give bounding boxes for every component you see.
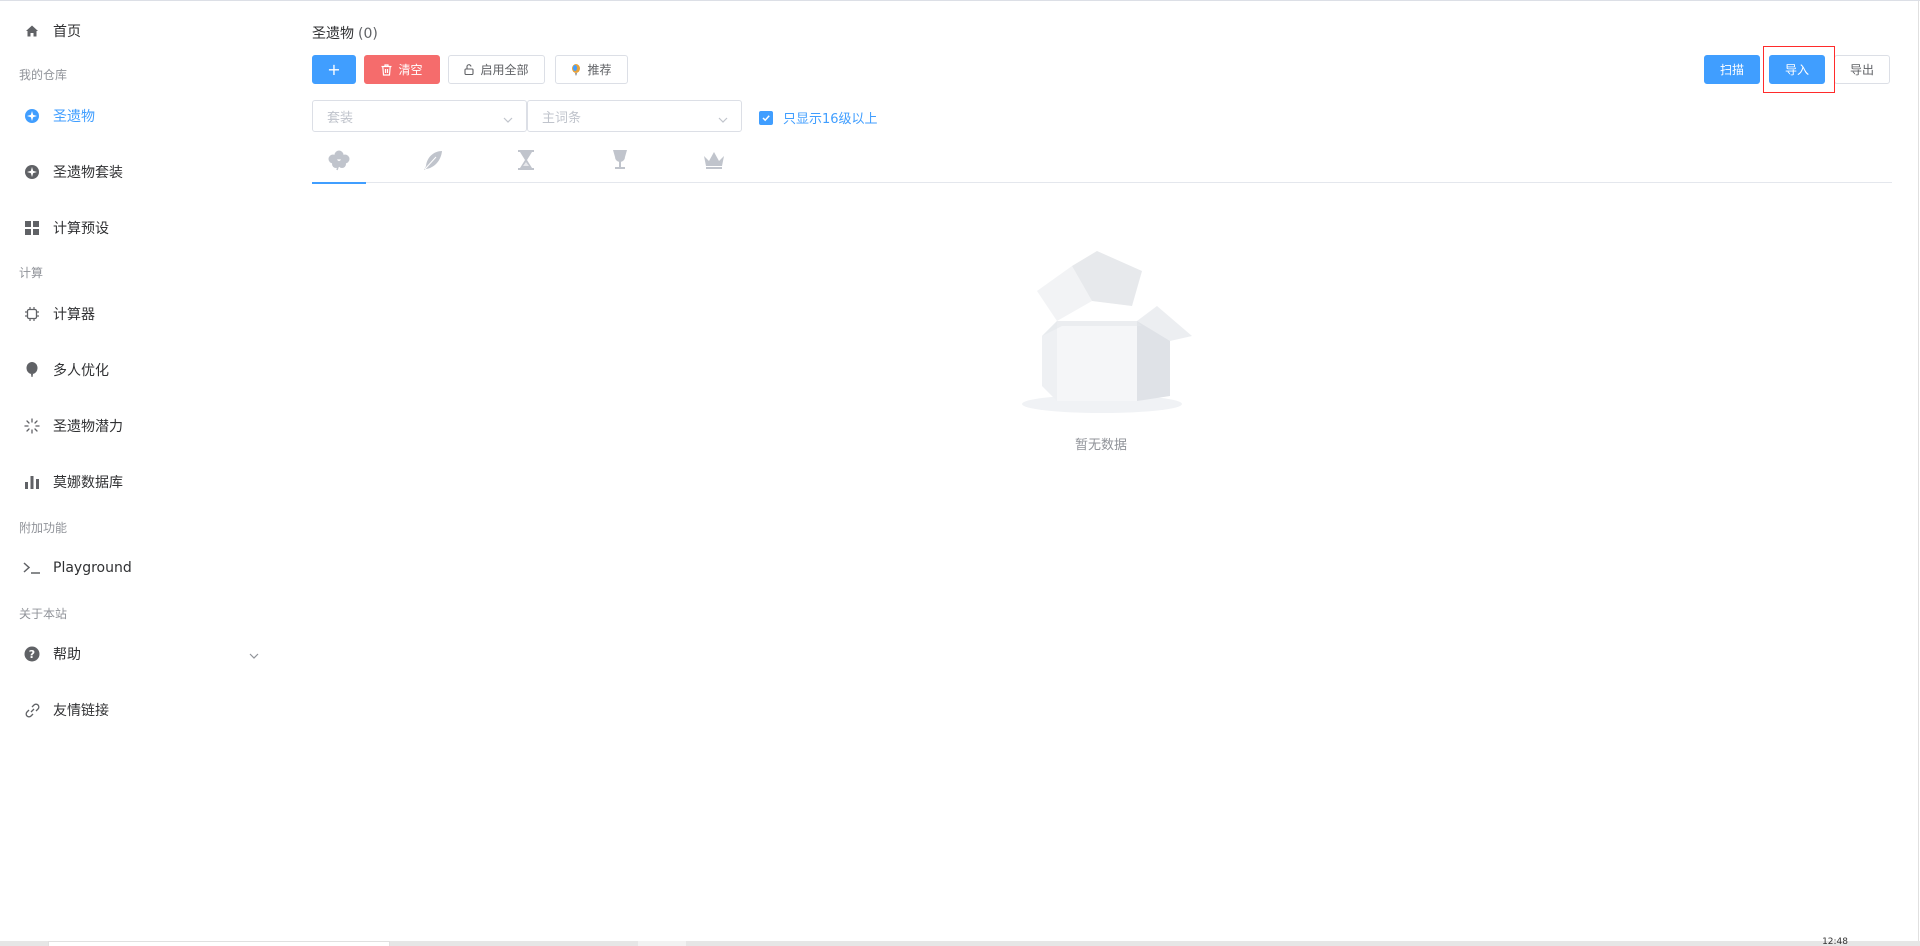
clear-button[interactable]: 清空 xyxy=(364,55,440,84)
crown-icon xyxy=(702,150,726,174)
checkmark-icon xyxy=(759,110,773,125)
terminal-icon xyxy=(23,559,41,577)
import-highlight-box xyxy=(1763,46,1835,93)
sidebar-item-multi-opt[interactable]: 多人优化 xyxy=(0,350,280,390)
sidebar-item-label: Playground xyxy=(53,560,132,576)
export-button[interactable]: 导出 xyxy=(1834,55,1890,84)
sidebar-item-label: 莫娜数据库 xyxy=(53,475,123,491)
link-icon xyxy=(23,701,41,719)
grid-icon xyxy=(23,219,41,237)
enable-all-button-label: 启用全部 xyxy=(480,63,529,77)
sidebar-item-help[interactable]: ? 帮助 xyxy=(0,634,280,674)
feather-icon xyxy=(422,149,444,175)
scrollbar-segment xyxy=(638,941,686,946)
bar-chart-icon xyxy=(23,473,41,491)
main-stat-select-placeholder: 主词条 xyxy=(542,110,582,126)
recommend-button-label: 推荐 xyxy=(587,63,612,77)
window-right-border xyxy=(1918,1,1919,946)
clear-button-label: 清空 xyxy=(398,63,423,77)
app-window: 首页 我的仓库 圣遗物 圣遗物套装 计算预设 计算 计算器 多人优化 圣遗物潜力… xyxy=(0,0,1920,946)
group-title-warehouse: 我的仓库 xyxy=(19,68,68,82)
horizontal-scrollbar[interactable] xyxy=(0,941,1920,946)
group-title-extra: 附加功能 xyxy=(19,521,68,535)
empty-text: 暂无数据 xyxy=(1074,438,1127,453)
home-icon xyxy=(23,22,41,40)
add-button[interactable]: + xyxy=(312,55,356,84)
page-title-text: 圣遗物 xyxy=(312,26,354,42)
hourglass-icon xyxy=(517,149,535,175)
sidebar-item-home[interactable]: 首页 xyxy=(0,11,280,51)
question-icon: ? xyxy=(23,645,41,663)
sidebar-item-calculator[interactable]: 计算器 xyxy=(0,294,280,334)
enable-all-button[interactable]: 启用全部 xyxy=(448,55,545,84)
empty-box-illustration xyxy=(1012,251,1192,420)
set-select[interactable]: 套装 xyxy=(312,100,527,132)
tab-flower[interactable] xyxy=(312,141,366,184)
svg-text:?: ? xyxy=(29,648,35,661)
group-title-compute: 计算 xyxy=(19,266,44,280)
sidebar-item-label: 计算预设 xyxy=(53,221,109,237)
sidebar: 首页 我的仓库 圣遗物 圣遗物套装 计算预设 计算 计算器 多人优化 圣遗物潜力… xyxy=(0,1,280,941)
main-content: 圣遗物 (0) + 清空 启用全部 推荐 扫描 导入 导出 套装 主词条 只显示… xyxy=(312,1,1892,941)
trash-icon xyxy=(381,63,392,76)
item-count: (0) xyxy=(358,26,378,42)
set-select-placeholder: 套装 xyxy=(327,110,354,126)
chip-icon xyxy=(23,305,41,323)
sidebar-item-playground[interactable]: Playground xyxy=(0,548,280,588)
taskbar-clock: 12:48 xyxy=(1822,937,1848,946)
group-title-about: 关于本站 xyxy=(19,607,68,621)
sidebar-item-label: 首页 xyxy=(53,24,81,40)
tab-crown[interactable] xyxy=(687,141,741,183)
page-title: 圣遗物 (0) xyxy=(312,23,378,43)
sidebar-item-artifact-sets[interactable]: 圣遗物套装 xyxy=(0,152,280,192)
sidebar-item-label: 友情链接 xyxy=(53,703,109,719)
main-stat-select[interactable]: 主词条 xyxy=(527,100,742,132)
sidebar-item-artifact-potential[interactable]: 圣遗物潜力 xyxy=(0,406,280,446)
tab-feather[interactable] xyxy=(406,141,460,183)
sidebar-item-label: 帮助 xyxy=(53,647,81,663)
scrollbar-thumb[interactable] xyxy=(48,941,390,946)
sidebar-item-label: 圣遗物 xyxy=(53,109,95,125)
chevron-down-icon xyxy=(248,647,260,666)
only-16-checkbox[interactable]: 只显示16级以上 xyxy=(759,108,878,127)
goblet-icon xyxy=(611,149,629,175)
scan-button[interactable]: 扫描 xyxy=(1704,55,1760,84)
tab-hourglass[interactable] xyxy=(499,141,553,183)
loading-icon xyxy=(23,417,41,435)
tab-goblet[interactable] xyxy=(593,141,647,183)
artifact-set-icon xyxy=(23,163,41,181)
sidebar-item-mona-db[interactable]: 莫娜数据库 xyxy=(0,462,280,502)
balloon-icon xyxy=(23,361,41,379)
unlock-icon xyxy=(464,64,475,75)
chevron-down-icon xyxy=(717,111,729,130)
chevron-down-icon xyxy=(502,111,514,130)
flower-icon xyxy=(327,149,351,175)
sidebar-item-calc-presets[interactable]: 计算预设 xyxy=(0,208,280,248)
sidebar-item-label: 计算器 xyxy=(53,307,95,323)
sidebar-item-label: 多人优化 xyxy=(53,363,109,379)
empty-state: 暂无数据 xyxy=(1012,246,1212,456)
sidebar-item-links[interactable]: 友情链接 xyxy=(0,690,280,730)
sidebar-item-artifacts[interactable]: 圣遗物 xyxy=(0,96,280,136)
sidebar-item-label: 圣遗物潜力 xyxy=(53,419,123,435)
sidebar-item-label: 圣遗物套装 xyxy=(53,165,123,181)
artifact-slot-tabs xyxy=(312,141,1892,184)
artifact-icon xyxy=(23,107,41,125)
recommend-button[interactable]: 推荐 xyxy=(555,55,628,84)
only-16-label: 只显示16级以上 xyxy=(783,112,878,127)
balloon-color-icon xyxy=(571,63,581,76)
